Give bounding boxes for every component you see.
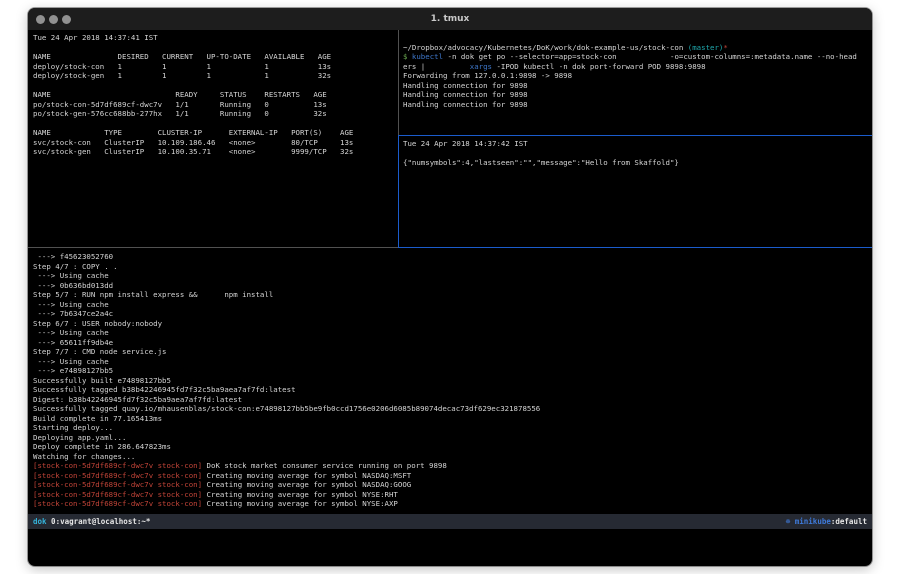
terminal-line: Step 7/7 : CMD node service.js [33,347,872,357]
terminal-line: ers | xargs -IPOD kubectl -n dok port-fo… [403,62,872,72]
terminal-line: svc/stock-gen ClusterIP 10.100.35.71 <no… [33,147,398,157]
terminal-line: {"numsymbols":4,"lastseen":"","message":… [403,158,872,168]
pane-divider-vertical-inactive[interactable] [398,30,399,135]
tmux-terminal: Tue 24 Apr 2018 14:37:41 IST NAME DESIRE… [28,30,872,566]
terminal-line: Deploying app.yaml... [33,433,872,443]
terminal-line: Tue 24 Apr 2018 14:37:41 IST [33,33,398,43]
terminal-line: Successfully built e74898127bb5 [33,376,872,386]
terminal-line: Successfully tagged b38b42246945fd7f32c5… [33,385,872,395]
terminal-line: Forwarding from 127.0.0.1:9898 -> 9898 [403,71,872,81]
terminal-line: ---> 0b636bd013dd [33,281,872,291]
terminal-line: [stock-con-5d7df689cf-dwc7v stock-con] C… [33,471,872,481]
terminal-line: [stock-con-5d7df689cf-dwc7v stock-con] C… [33,499,872,509]
terminal-line [33,119,398,129]
kube-namespace: :default [831,517,867,526]
traffic-lights [36,8,71,30]
pane-divider-bottom-inactive[interactable] [28,247,398,248]
tmux-status-bar: dok 0:vagrant@localhost:~* ☸ minikube:de… [28,514,872,529]
close-button[interactable] [36,15,45,24]
terminal-line [403,149,872,159]
terminal-line: ---> 7b6347ce2a4c [33,309,872,319]
terminal-line: Handling connection for 9898 [403,100,872,110]
terminal-line: ---> Using cache [33,271,872,281]
terminal-line: po/stock-con-5d7df689cf-dwc7v 1/1 Runnin… [33,100,398,110]
terminal-line: ---> 65611ff9db4e [33,338,872,348]
terminal-line: Step 4/7 : COPY . . [33,262,872,272]
terminal-line: Deploy complete in 286.647823ms [33,442,872,452]
terminal-line: Build complete in 77.165413ms [33,414,872,424]
pane-kubectl-watch[interactable]: Tue 24 Apr 2018 14:37:41 IST NAME DESIRE… [28,30,398,247]
terminal-window: 1. tmux Tue 24 Apr 2018 14:37:41 IST NAM… [28,8,872,566]
pane-skaffold-build[interactable]: ---> f45623052760Step 4/7 : COPY . . ---… [28,248,872,514]
terminal-line [33,81,398,91]
terminal-line: Step 5/7 : RUN npm install express && np… [33,290,872,300]
terminal-line: po/stock-gen-576cc688bb-277hx 1/1 Runnin… [33,109,398,119]
terminal-line: svc/stock-con ClusterIP 10.109.186.46 <n… [33,138,398,148]
pane-divider-vertical-active[interactable] [398,135,399,248]
window-titlebar[interactable]: 1. tmux [28,8,872,30]
terminal-line: [stock-con-5d7df689cf-dwc7v stock-con] C… [33,480,872,490]
terminal-line: $ kubectl -n dok get po --selector=app=s… [403,52,872,62]
window-title: 1. tmux [28,14,872,24]
status-left: dok 0:vagrant@localhost:~* [33,517,150,526]
session-name: dok [33,517,47,526]
pane-curl-output[interactable]: Tue 24 Apr 2018 14:37:42 IST {"numsymbol… [399,136,872,247]
minimize-button[interactable] [49,15,58,24]
terminal-line: deploy/stock-gen 1 1 1 1 32s [33,71,398,81]
pane-divider-horizontal-active[interactable] [399,135,872,136]
terminal-line: ---> Using cache [33,300,872,310]
pane-port-forward[interactable]: ~/Dropbox/advocacy/Kubernetes/DoK/work/d… [399,30,872,135]
terminal-line: [stock-con-5d7df689cf-dwc7v stock-con] D… [33,461,872,471]
kube-context: minikube [790,517,831,526]
terminal-line: Handling connection for 9898 [403,81,872,91]
terminal-line: ---> f45623052760 [33,252,872,262]
terminal-line: NAME TYPE CLUSTER-IP EXTERNAL-IP PORT(S)… [33,128,398,138]
terminal-line: deploy/stock-con 1 1 1 1 13s [33,62,398,72]
terminal-line: [stock-con-5d7df689cf-dwc7v stock-con] C… [33,490,872,500]
terminal-line [403,33,872,43]
terminal-line [33,43,398,53]
terminal-line: Handling connection for 9898 [403,90,872,100]
terminal-line: Tue 24 Apr 2018 14:37:42 IST [403,139,872,149]
terminal-line: ---> Using cache [33,357,872,367]
window-label[interactable]: 0:vagrant@localhost:~* [47,517,151,526]
terminal-line: Watching for changes... [33,452,872,462]
terminal-line: Step 6/7 : USER nobody:nobody [33,319,872,329]
zoom-button[interactable] [62,15,71,24]
terminal-line: ---> Using cache [33,328,872,338]
terminal-line: NAME READY STATUS RESTARTS AGE [33,90,398,100]
terminal-line: NAME DESIRED CURRENT UP-TO-DATE AVAILABL… [33,52,398,62]
pane-divider-bottom-active[interactable] [398,247,872,248]
terminal-line: ---> e74898127bb5 [33,366,872,376]
terminal-line: ~/Dropbox/advocacy/Kubernetes/DoK/work/d… [403,43,872,53]
terminal-line: Starting deploy... [33,423,872,433]
terminal-line: Successfully tagged quay.io/mhausenblas/… [33,404,872,414]
status-right: ☸ minikube:default [786,517,867,526]
terminal-line: Digest: b38b42246945fd7f32c5ba9aea7af7fd… [33,395,872,405]
